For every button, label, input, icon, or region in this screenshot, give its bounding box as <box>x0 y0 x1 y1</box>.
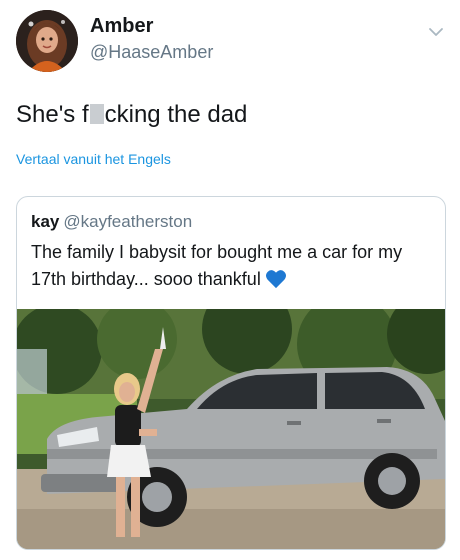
tweet-card: Amber @HaaseAmber She's f cking the dad V… <box>0 0 460 560</box>
avatar-image <box>16 10 78 72</box>
tweet-header: Amber @HaaseAmber <box>14 8 446 72</box>
author-names: Amber @HaaseAmber <box>90 14 213 64</box>
quoted-tweet-text: The family I babysit for bought me a car… <box>31 239 431 293</box>
blue-heart-icon <box>265 269 287 289</box>
tweet-text-start: She's f <box>16 101 89 128</box>
tweet-text-end: cking the dad <box>104 101 248 128</box>
quoted-display-name: kay <box>31 212 60 231</box>
censor-block <box>89 104 104 124</box>
avatar[interactable] <box>16 10 78 72</box>
quoted-handle: @kayfeatherston <box>63 212 193 231</box>
quoted-tweet-header: kay @kayfeatherston <box>31 211 192 233</box>
translate-link[interactable]: Vertaal vanuit het Engels <box>16 151 171 167</box>
author-display-name[interactable]: Amber <box>90 14 213 38</box>
chevron-down-icon[interactable] <box>426 22 446 42</box>
quoted-tweet-photo[interactable] <box>17 309 445 549</box>
author-handle[interactable]: @HaaseAmber <box>90 40 213 64</box>
quoted-tweet-body: The family I babysit for bought me a car… <box>31 242 403 289</box>
car-photo-image <box>17 309 445 549</box>
quoted-tweet[interactable]: kay @kayfeatherston The family I babysit … <box>16 196 446 550</box>
tweet-text: She's f cking the dad <box>16 100 247 130</box>
